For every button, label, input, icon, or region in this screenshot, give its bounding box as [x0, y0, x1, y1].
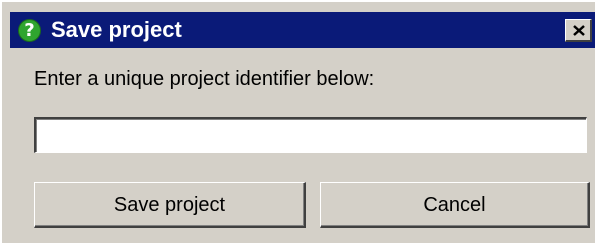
dialog-title: Save project [51, 17, 182, 42]
save-project-dialog: ? Save project Enter a unique project id… [0, 0, 595, 243]
project-identifier-input[interactable] [34, 117, 587, 153]
close-button[interactable] [565, 19, 592, 42]
prompt-label: Enter a unique project identifier below: [34, 68, 375, 90]
cancel-button[interactable]: Cancel [320, 182, 590, 228]
close-icon [573, 25, 585, 36]
help-question-icon: ? [18, 19, 41, 42]
save-project-button[interactable]: Save project [34, 182, 306, 228]
title-bar[interactable]: ? Save project [10, 12, 595, 48]
